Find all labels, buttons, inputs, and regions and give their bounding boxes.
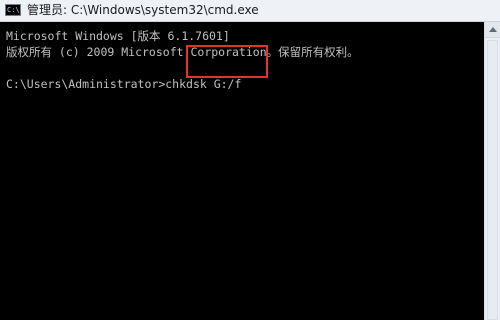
- title-bar[interactable]: C:\ 管理员: C:\Windows\system32\cmd.exe: [0, 0, 500, 22]
- command-prompt: C:\Users\Administrator>: [6, 77, 166, 91]
- window-title: 管理员: C:\Windows\system32\cmd.exe: [27, 3, 259, 17]
- cmd-icon: C:\: [5, 4, 21, 16]
- vertical-scrollbar[interactable]: [484, 22, 500, 320]
- cmd-window: C:\ 管理员: C:\Windows\system32\cmd.exe Mic…: [0, 0, 500, 320]
- console-command-line: C:\Users\Administrator>chkdsk G:/f: [6, 76, 241, 92]
- console-line-copyright: 版权所有 (c) 2009 Microsoft Corporation。保留所有…: [6, 45, 359, 59]
- console-line-version: Microsoft Windows [版本 6.1.7601]: [6, 29, 230, 43]
- typed-command: chkdsk G:/f: [165, 77, 242, 91]
- scroll-up-arrow-icon[interactable]: [485, 22, 500, 38]
- console-output[interactable]: Microsoft Windows [版本 6.1.7601] 版权所有 (c)…: [0, 22, 484, 320]
- scroll-thumb[interactable]: [487, 40, 498, 320]
